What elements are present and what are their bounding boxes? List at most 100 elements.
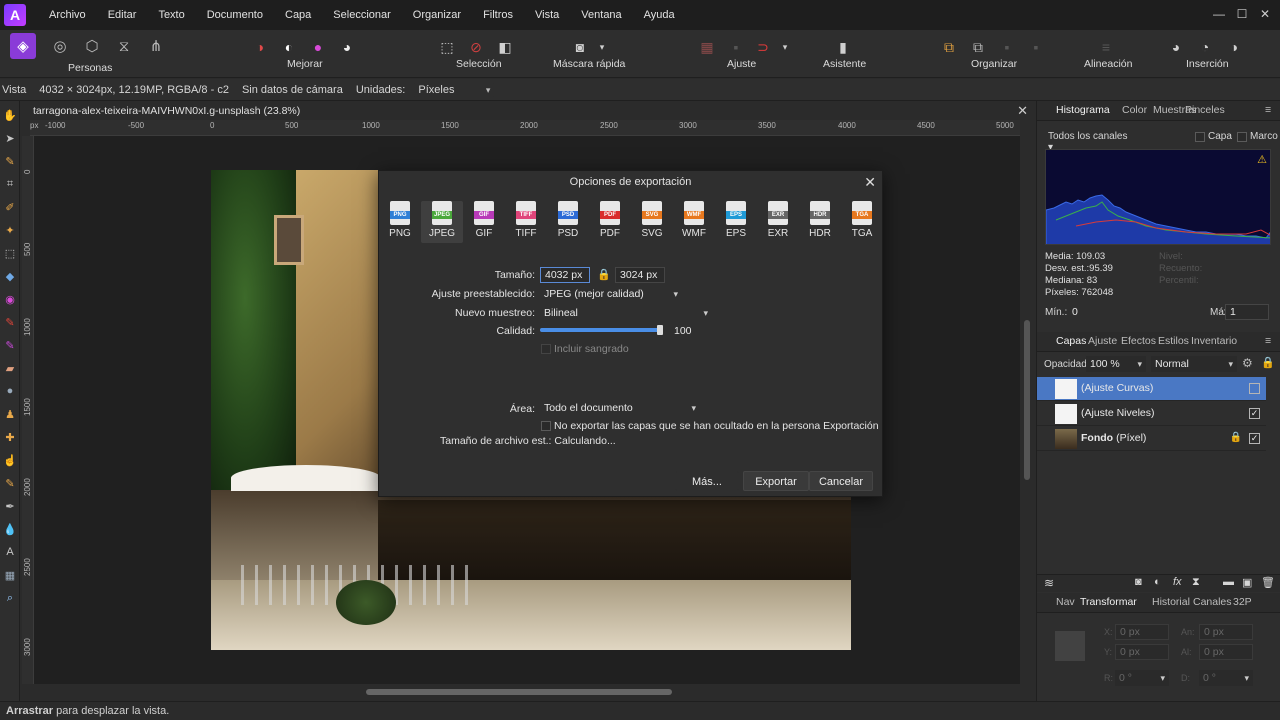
- fx-icon[interactable]: fx: [1173, 576, 1182, 588]
- quality-input[interactable]: 100: [669, 323, 711, 339]
- layer-visibility-checkbox[interactable]: ✓: [1249, 433, 1260, 444]
- deselect-icon[interactable]: ⊘: [465, 36, 487, 58]
- live-filter-icon[interactable]: ⧗: [1192, 576, 1200, 589]
- blur-brush-icon[interactable]: ✎: [2, 475, 18, 491]
- horizontal-scroll-thumb[interactable]: [366, 689, 672, 695]
- color-replacement-icon[interactable]: ✎: [2, 337, 18, 353]
- format-svg[interactable]: SVG SVG: [631, 201, 673, 243]
- marquee-tool-icon[interactable]: ⬚: [2, 245, 18, 261]
- export-persona-icon[interactable]: ⋔: [143, 33, 169, 59]
- tab-inventario[interactable]: Inventario: [1191, 335, 1237, 347]
- capa-checkbox[interactable]: [1195, 132, 1205, 142]
- tab-histograma[interactable]: Histograma: [1056, 104, 1110, 116]
- healing-brush-icon[interactable]: ✚: [2, 429, 18, 445]
- horizontal-scrollbar[interactable]: [30, 684, 1020, 700]
- tab-32p[interactable]: 32P: [1233, 596, 1252, 608]
- layer-settings-icon[interactable]: ⚙: [1242, 356, 1253, 370]
- menu-vista[interactable]: Vista: [524, 0, 570, 30]
- layer-row[interactable]: (Ajuste Curvas): [1037, 377, 1266, 401]
- width-input[interactable]: 4032 px: [540, 267, 590, 283]
- contrast-icon[interactable]: ◐: [278, 36, 300, 58]
- insert-behind-icon[interactable]: ◕: [1165, 36, 1187, 58]
- view-tool-icon[interactable]: ✋: [2, 107, 18, 123]
- marco-checkbox[interactable]: [1237, 132, 1247, 142]
- lock-ratio-icon[interactable]: 🔒: [597, 268, 611, 281]
- tab-capas[interactable]: Capas: [1056, 335, 1086, 347]
- flood-fill-icon[interactable]: ◆: [2, 268, 18, 284]
- add-layer-icon[interactable]: ▣: [1242, 576, 1252, 589]
- tab-transformar[interactable]: Transformar: [1080, 596, 1137, 608]
- x-input[interactable]: 0 px: [1115, 624, 1169, 640]
- h-input[interactable]: 0 px: [1199, 644, 1253, 660]
- layer-visibility-checkbox[interactable]: ✓: [1249, 408, 1260, 419]
- layer-lock-icon[interactable]: 🔒: [1230, 432, 1242, 443]
- menu-ayuda[interactable]: Ayuda: [633, 0, 686, 30]
- marquee-select-icon[interactable]: ⬚: [436, 36, 458, 58]
- r-input[interactable]: 0 °: [1115, 670, 1169, 686]
- document-close-icon[interactable]: ✕: [1017, 103, 1028, 119]
- lock-layer-icon[interactable]: 🔒: [1261, 356, 1275, 369]
- hidden-layers-checkbox[interactable]: [541, 421, 551, 431]
- tab-efectos[interactable]: Efectos: [1121, 335, 1156, 347]
- tab-pinceles[interactable]: Pinceles: [1185, 104, 1225, 116]
- gradient-tool-icon[interactable]: ◉: [2, 291, 18, 307]
- layer-visibility-checkbox[interactable]: [1249, 383, 1260, 394]
- menu-organizar[interactable]: Organizar: [402, 0, 472, 30]
- height-input[interactable]: 3024 px: [615, 267, 665, 283]
- selection-brush-icon[interactable]: ✐: [2, 199, 18, 215]
- max-input[interactable]: 1: [1225, 304, 1269, 320]
- quick-mask-icon[interactable]: ◙: [569, 36, 591, 58]
- s-input[interactable]: 0 °: [1199, 670, 1253, 686]
- tab-nav[interactable]: Nav: [1056, 596, 1075, 608]
- opacity-dropdown[interactable]: 100 %: [1086, 356, 1146, 372]
- dodge-tool-icon[interactable]: ●: [2, 383, 18, 399]
- area-dropdown[interactable]: Todo el documento: [540, 400, 700, 416]
- dialog-close-icon[interactable]: ✕: [864, 174, 876, 191]
- format-eps[interactable]: EPS EPS: [715, 201, 757, 243]
- quality-slider[interactable]: [540, 325, 663, 335]
- adjustment-icon[interactable]: ◐: [1154, 576, 1161, 588]
- layer-row[interactable]: (Ajuste Niveles) ✓: [1037, 402, 1266, 426]
- tone-mapping-persona-icon[interactable]: ⧖: [111, 33, 137, 59]
- pen-tool-icon[interactable]: ✒: [2, 498, 18, 514]
- snapping-magnet-icon[interactable]: ⊃: [752, 36, 774, 58]
- export-button[interactable]: Exportar: [743, 471, 809, 491]
- group-icon[interactable]: ▬: [1223, 576, 1234, 588]
- menu-editar[interactable]: Editar: [97, 0, 148, 30]
- menu-documento[interactable]: Documento: [196, 0, 274, 30]
- panel-menu-icon[interactable]: ≡: [1265, 104, 1271, 116]
- format-gif[interactable]: GIF GIF: [463, 201, 505, 243]
- menu-seleccionar[interactable]: Seleccionar: [322, 0, 401, 30]
- text-tool-icon[interactable]: A: [2, 544, 18, 560]
- fill-drop-icon[interactable]: 💧: [2, 521, 18, 537]
- mask-icon[interactable]: ◙: [1135, 576, 1142, 588]
- mesh-warp-icon[interactable]: ▦: [2, 567, 18, 583]
- tab-ajuste[interactable]: Ajuste: [1088, 335, 1117, 347]
- align-icon[interactable]: ≡: [1095, 36, 1117, 58]
- layers-menu-icon[interactable]: ≡: [1265, 335, 1271, 347]
- format-tiff[interactable]: TIFF TIFF: [505, 201, 547, 243]
- min-input[interactable]: 0: [1067, 304, 1111, 320]
- format-hdr[interactable]: HDR HDR: [799, 201, 841, 243]
- vertical-scroll-thumb[interactable]: [1024, 320, 1030, 480]
- preset-dropdown[interactable]: JPEG (mejor calidad): [540, 286, 682, 302]
- menu-ventana[interactable]: Ventana: [570, 0, 632, 30]
- white-balance-icon[interactable]: ◕: [336, 36, 358, 58]
- quality-slider-thumb[interactable]: [657, 325, 663, 335]
- snapping-dropdown-icon[interactable]: ▾: [774, 36, 796, 58]
- vertical-scrollbar[interactable]: [1020, 120, 1034, 684]
- y-input[interactable]: 0 px: [1115, 644, 1169, 660]
- move-tool-icon[interactable]: ➤: [2, 130, 18, 146]
- format-wmf[interactable]: WMF WMF: [673, 201, 715, 243]
- photo-persona-icon[interactable]: ◈: [10, 33, 36, 59]
- menu-texto[interactable]: Texto: [147, 0, 195, 30]
- layer-stack-icon[interactable]: ≋: [1044, 576, 1054, 590]
- blend-mode-dropdown[interactable]: Normal: [1151, 356, 1237, 372]
- levels-icon[interactable]: ◑: [249, 36, 271, 58]
- anchor-selector-icon[interactable]: [1055, 631, 1085, 661]
- format-psd[interactable]: PSD PSD: [547, 201, 589, 243]
- cancel-button[interactable]: Cancelar: [809, 471, 873, 491]
- format-png[interactable]: PNG PNG: [379, 201, 421, 243]
- menu-capa[interactable]: Capa: [274, 0, 322, 30]
- layer-row[interactable]: Fondo (Píxel) 🔒 ✓: [1037, 427, 1266, 451]
